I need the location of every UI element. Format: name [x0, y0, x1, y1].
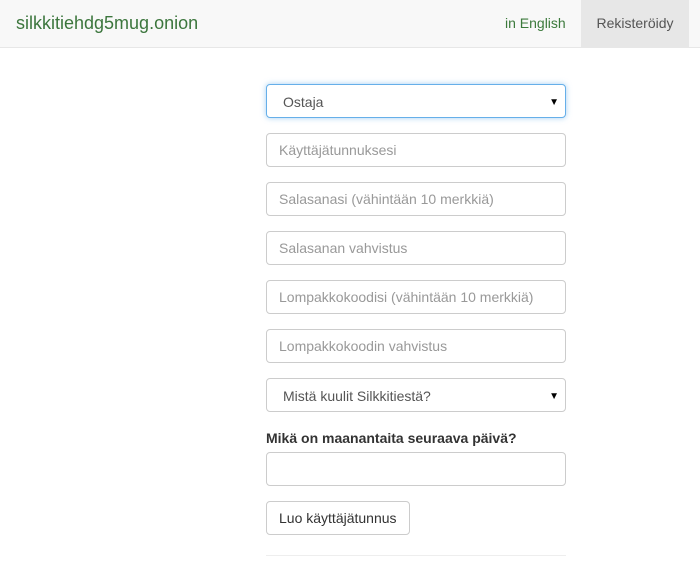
captcha-answer-input[interactable]: [266, 452, 566, 486]
referral-select[interactable]: Mistä kuulit Silkkitiestä? ▼: [266, 378, 566, 412]
chevron-down-icon: ▼: [549, 391, 559, 402]
username-input[interactable]: [266, 133, 566, 167]
password-input[interactable]: [266, 182, 566, 216]
chevron-down-icon: ▼: [549, 97, 559, 108]
register-link[interactable]: Rekisteröidy: [581, 0, 689, 47]
divider: [266, 555, 566, 556]
wallet-code-confirm-input[interactable]: [266, 329, 566, 363]
referral-value: Mistä kuulit Silkkitiestä?: [283, 388, 431, 404]
wallet-code-input[interactable]: [266, 280, 566, 314]
captcha-question-label: Mikä on maanantaita seuraava päivä?: [266, 430, 517, 446]
language-link[interactable]: in English: [505, 15, 566, 31]
navbar: silkkitiehdg5mug.onion in English Rekist…: [0, 0, 700, 48]
account-type-value: Ostaja: [283, 94, 324, 110]
brand-link[interactable]: silkkitiehdg5mug.onion: [16, 13, 198, 34]
account-type-select[interactable]: Ostaja ▼: [266, 84, 566, 118]
create-account-button[interactable]: Luo käyttäjätunnus: [266, 501, 410, 535]
password-confirm-input[interactable]: [266, 231, 566, 265]
